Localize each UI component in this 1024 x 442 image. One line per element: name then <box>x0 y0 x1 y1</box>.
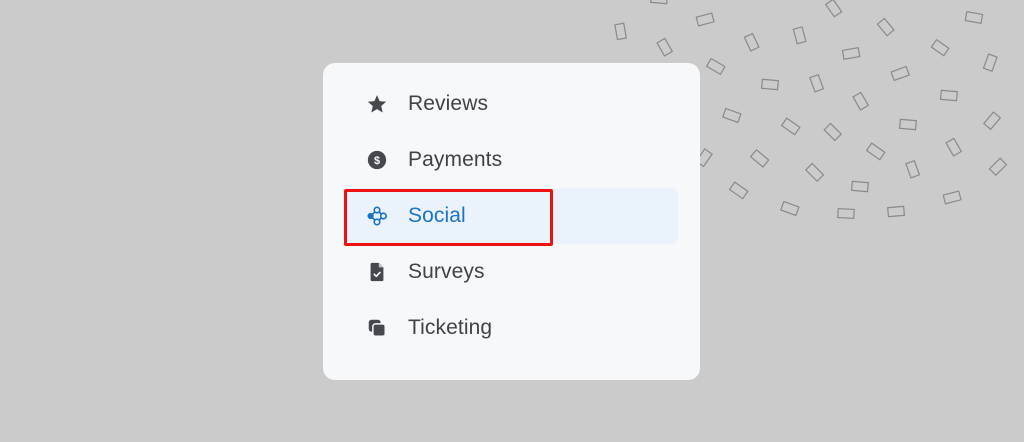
social-network-icon <box>366 205 388 227</box>
menu-item-label: Surveys <box>408 260 485 283</box>
menu-item-label: Ticketing <box>408 316 493 339</box>
menu-item-social[interactable]: Social <box>345 188 678 244</box>
dollar-circle-icon: $ <box>366 149 388 171</box>
ticket-stack-icon <box>366 317 388 339</box>
menu-item-label: Payments <box>408 148 503 171</box>
menu-item-label: Reviews <box>408 92 489 115</box>
menu-item-label: Social <box>408 204 466 227</box>
menu-item-reviews[interactable]: Reviews <box>345 76 678 132</box>
svg-text:$: $ <box>374 155 380 167</box>
survey-document-icon <box>366 261 388 283</box>
menu-item-payments[interactable]: $ Payments <box>345 132 678 188</box>
menu-item-ticketing[interactable]: Ticketing <box>345 300 678 356</box>
menu-card: Reviews $ Payments Social Surveys Ticket… <box>323 63 700 380</box>
star-icon <box>366 93 388 115</box>
menu-item-surveys[interactable]: Surveys <box>345 244 678 300</box>
